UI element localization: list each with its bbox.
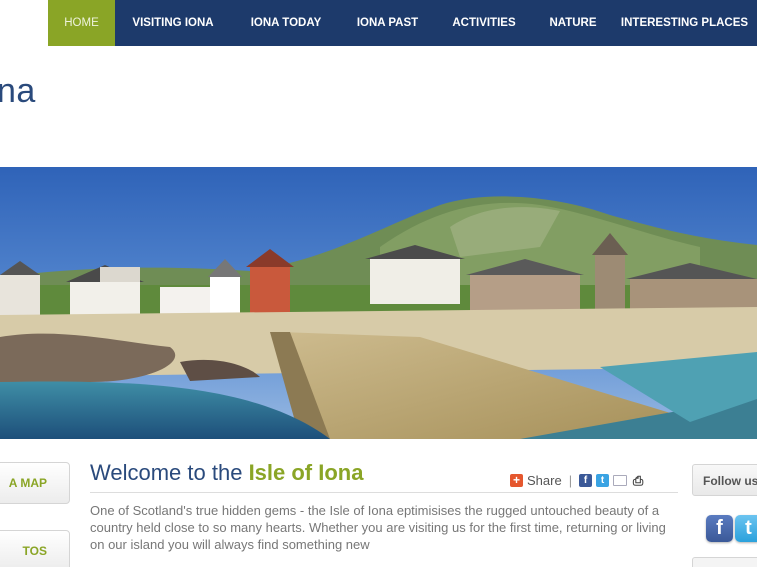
print-icon[interactable]: ⎙ bbox=[631, 473, 645, 488]
sidebar-map-button[interactable]: A MAP bbox=[0, 462, 70, 504]
facebook-icon[interactable]: f bbox=[706, 515, 733, 542]
heading-highlight: Isle of Iona bbox=[248, 460, 364, 485]
page-heading: Welcome to the Isle of Iona bbox=[90, 460, 363, 486]
email-icon[interactable] bbox=[613, 475, 628, 486]
share-plus-icon[interactable]: + bbox=[510, 474, 523, 487]
twitter-icon[interactable]: t bbox=[596, 474, 610, 487]
twitter-icon[interactable]: t bbox=[735, 515, 757, 542]
nav-item-activities[interactable]: ACTIVITIES bbox=[434, 0, 534, 46]
intro-paragraph: One of Scotland's true hidden gems - the… bbox=[90, 503, 666, 552]
sidebar-widget-box bbox=[692, 557, 757, 567]
hero-image bbox=[0, 167, 757, 439]
sidebar-photos-button[interactable]: TOS bbox=[0, 530, 70, 567]
heading-prefix: Welcome to the bbox=[90, 460, 249, 485]
nav-item-visiting-iona[interactable]: VISITING IONA bbox=[115, 0, 231, 46]
site-title[interactable]: na bbox=[0, 72, 36, 111]
nav-item-interesting-places[interactable]: INTERESTING PLACES bbox=[612, 0, 757, 46]
share-separator: | bbox=[568, 473, 573, 488]
main-navigation: HOME VISITING IONA IONA TODAY IONA PAST … bbox=[48, 0, 757, 46]
facebook-icon[interactable]: f bbox=[579, 474, 593, 487]
nav-item-iona-past[interactable]: IONA PAST bbox=[341, 0, 434, 46]
share-button[interactable]: Share bbox=[527, 473, 562, 488]
share-bar: + Share | f t ⎙ bbox=[510, 473, 645, 488]
heading-divider bbox=[90, 492, 678, 493]
nav-item-iona-today[interactable]: IONA TODAY bbox=[231, 0, 341, 46]
nav-item-home[interactable]: HOME bbox=[48, 0, 115, 46]
nav-item-nature[interactable]: NATURE bbox=[534, 0, 612, 46]
follow-us-header: Follow us bbox=[692, 464, 757, 496]
